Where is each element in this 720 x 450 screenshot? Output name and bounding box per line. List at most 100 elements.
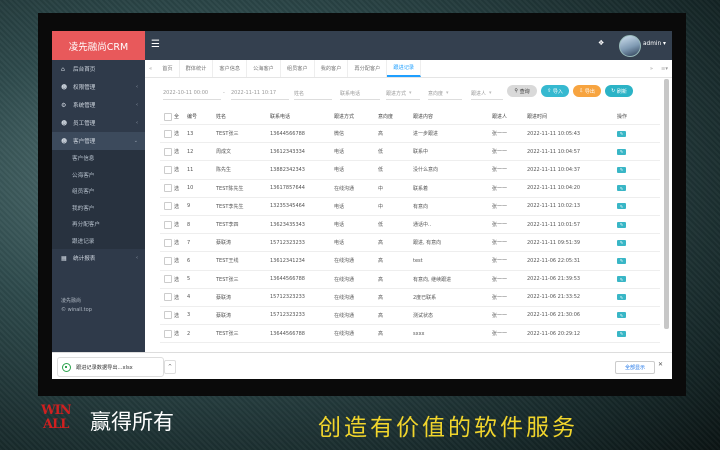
table-row[interactable]: 选 11 陈先生 13882342343 电话 低 没什么意向 张一一 2022-11-11 1… <box>160 161 660 180</box>
edit-icon[interactable]: ✎ <box>617 239 626 246</box>
table-row[interactable]: 选 2 TEST张三 13644566788 在线沟通 高 sxxx 张一一 2022-11-0… <box>160 325 660 344</box>
close-icon[interactable]: ✕ <box>658 361 663 368</box>
tab-5[interactable]: 我的客户 <box>315 60 349 77</box>
tab-7[interactable]: 跟进记录 <box>387 60 422 77</box>
table-row[interactable]: 选 5 TEST张三 13644566788 在线沟通 高 有意向, 继续跟进 张一一 2022… <box>160 271 660 289</box>
download-options-button[interactable]: ^ <box>164 360 176 374</box>
sidebar-subitem-5[interactable]: 跟进记录 <box>52 232 145 249</box>
date-start-input[interactable]: 2022-10-11 00:00 <box>163 87 221 100</box>
tab-menu-icon[interactable]: ≡▾ <box>657 66 672 72</box>
cell-intent: 低 <box>378 222 384 229</box>
phone-input[interactable]: 联系电话 <box>340 87 380 100</box>
row-checkbox[interactable] <box>164 289 172 306</box>
sidebar-subitem-4[interactable]: 再分配客户 <box>52 216 145 233</box>
tab-0[interactable]: 首页 <box>156 60 180 77</box>
row-checkbox[interactable] <box>164 307 172 324</box>
edit-icon[interactable]: ✎ <box>617 312 626 319</box>
row-select-label: 选 <box>174 222 180 229</box>
sidebar-item-system[interactable]: ⚙ 系统管理 ‹ <box>52 96 145 114</box>
table-row[interactable]: 选 12 周成文 13612343334 电话 低 联系中 张一一 2022-11-11 10:… <box>160 143 660 162</box>
follower-select[interactable]: 跟进人 <box>471 87 503 100</box>
row-checkbox[interactable] <box>164 325 172 342</box>
refresh-button[interactable]: ↻ 刷新 <box>605 85 633 97</box>
row-checkbox[interactable] <box>164 161 172 178</box>
row-actions: ✎ <box>617 307 626 324</box>
sidebar-subitem-1[interactable]: 公海客户 <box>52 166 145 183</box>
show-all-button[interactable]: 全部显示 <box>615 361 655 374</box>
column-header-7: 跟进人 <box>492 114 508 120</box>
edit-icon[interactable]: ✎ <box>617 276 626 283</box>
import-button[interactable]: ⇪ 导入 <box>541 85 569 97</box>
export-button[interactable]: ⇩ 导出 <box>573 85 601 97</box>
row-actions: ✎ <box>617 234 626 251</box>
row-checkbox[interactable] <box>164 234 172 251</box>
edit-icon[interactable]: ✎ <box>617 294 626 301</box>
download-item[interactable]: 跟进记录数据导出...xlsx <box>57 357 164 377</box>
cell-method: 电话 <box>334 240 345 247</box>
sidebar-subitem-2[interactable]: 组员客户 <box>52 183 145 200</box>
table-row[interactable]: 选 6 TEST王线 13612341234 在线沟通 高 test 张一一 2022-11-0… <box>160 252 660 271</box>
search-button[interactable]: ⚲ 查询 <box>507 85 537 97</box>
cell-method: 在线沟通 <box>334 331 355 338</box>
app-logo[interactable]: 凌先融尚CRM <box>52 31 145 60</box>
row-checkbox[interactable] <box>164 252 172 269</box>
tab-4[interactable]: 组员客户 <box>281 60 315 77</box>
select-all-checkbox[interactable] <box>164 109 172 124</box>
tab-3[interactable]: 公海客户 <box>247 60 281 77</box>
tab-2[interactable]: 客户信息 <box>213 60 248 77</box>
table-row[interactable]: 选 10 TEST陈先生 13617857644 在线沟通 中 联系着 张一一 2022-11-… <box>160 180 660 198</box>
row-checkbox[interactable] <box>164 216 172 233</box>
sidebar-item-permissions[interactable]: ☻ 权限管理 ‹ <box>52 78 145 96</box>
table-row[interactable]: 选 13 TEST张三 13644566788 微信 高 进一步跟进 张一一 2022-11-1… <box>160 125 660 144</box>
sidebar-subitem-0[interactable]: 客户信息 <box>52 150 145 167</box>
edit-icon[interactable]: ✎ <box>617 203 626 210</box>
cell-time: 2022-11-11 10:04:20 <box>527 185 581 192</box>
row-checkbox[interactable] <box>164 180 172 197</box>
palette-icon[interactable]: ❖ <box>598 39 604 47</box>
table-header-row: 全 编号 姓名 联系电话 跟进方式 意向度 跟进内容 跟进人 跟进时间 操作 <box>160 109 660 125</box>
table-row[interactable]: 选 8 TEST李四 13623435343 电话 低 通话中.. 张一一 2022-11-11… <box>160 216 660 235</box>
tab-next-icon[interactable]: » <box>646 66 657 72</box>
cell-follower: 张一一 <box>492 131 508 138</box>
tab-1[interactable]: 群体统计 <box>180 60 214 77</box>
cell-id: 9 <box>187 203 191 210</box>
edit-icon[interactable]: ✎ <box>617 148 626 155</box>
edit-icon[interactable]: ✎ <box>617 130 626 137</box>
edit-icon[interactable]: ✎ <box>617 221 626 228</box>
avatar[interactable] <box>619 35 641 57</box>
sidebar-item-staff[interactable]: ☻ 员工管理 ‹ <box>52 114 145 132</box>
vertical-scrollbar[interactable] <box>664 79 669 329</box>
column-header-6: 跟进内容 <box>413 114 434 120</box>
date-end-input[interactable]: 2022-11-11 10:17 <box>231 87 289 100</box>
sidebar-item-home[interactable]: ⌂ 后台首页 <box>52 60 145 78</box>
table-row[interactable]: 选 9 TEST李先生 13235345464 电话 中 有意向 张一一 2022-11-11 … <box>160 198 660 216</box>
row-checkbox[interactable] <box>164 125 172 142</box>
table-row[interactable]: 选 3 蔡联涛 15712323233 在线沟通 高 测试状态 张一一 2022-11-06 2… <box>160 307 660 326</box>
tab-6[interactable]: 再分配客户 <box>348 60 388 77</box>
cell-content: 跟进, 有意向 <box>413 240 442 247</box>
sidebar-item-customers[interactable]: ☻ 客户管理 ⌄ <box>52 132 145 150</box>
table-row[interactable]: 选 4 蔡联涛 15712323233 在线沟通 高 2度已联系 张一一 2022-11-06 … <box>160 289 660 307</box>
name-input[interactable]: 姓名 <box>294 87 332 100</box>
edit-icon[interactable]: ✎ <box>617 330 626 337</box>
tab-prev-icon[interactable]: « <box>145 66 156 72</box>
row-select-label: 选 <box>174 149 180 156</box>
sidebar-subitem-3[interactable]: 我的客户 <box>52 199 145 216</box>
edit-icon[interactable]: ✎ <box>617 166 626 173</box>
cell-time: 2022-11-06 21:30:06 <box>527 312 581 319</box>
table-row[interactable]: 选 7 蔡联涛 15712323233 电话 高 跟进, 有意向 张一一 2022-11-11 … <box>160 234 660 253</box>
hamburger-icon[interactable]: ☰ <box>151 39 160 50</box>
row-checkbox[interactable] <box>164 143 172 160</box>
row-checkbox[interactable] <box>164 271 172 288</box>
edit-icon[interactable]: ✎ <box>617 185 626 192</box>
row-select-label: 选 <box>174 294 180 301</box>
banner-left: WIN ALL 赢得所有 <box>40 403 174 439</box>
cell-name: TEST李四 <box>216 222 239 229</box>
row-checkbox[interactable] <box>164 198 172 215</box>
method-select[interactable]: 跟进方式 <box>386 87 420 100</box>
intent-select[interactable]: 意向度 <box>428 87 462 100</box>
footer-domain: © winall.top <box>61 306 92 313</box>
user-menu[interactable]: admin ▾ <box>643 41 666 47</box>
sidebar-item-stats[interactable]: ▦ 统计报表 ‹ <box>52 249 145 267</box>
edit-icon[interactable]: ✎ <box>617 257 626 264</box>
